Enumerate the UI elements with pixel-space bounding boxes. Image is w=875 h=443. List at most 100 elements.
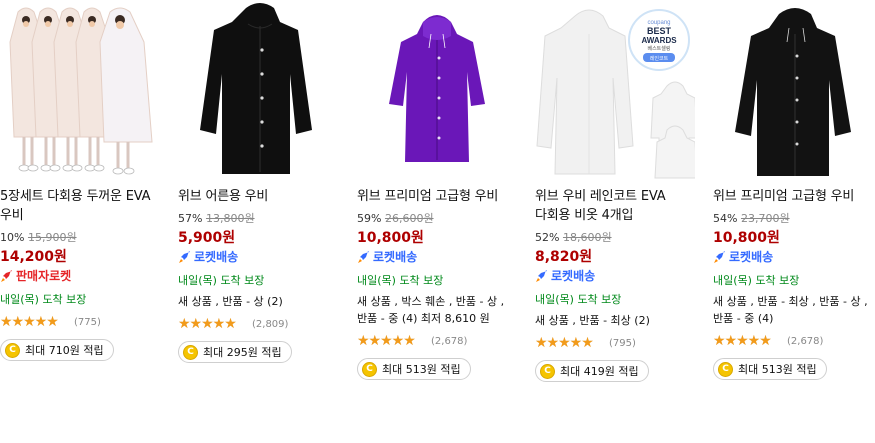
svg-text:레인코트: 레인코트 — [650, 55, 669, 62]
svg-text:AWARDS: AWARDS — [641, 36, 677, 45]
shipping-label: 로켓배송 — [729, 250, 774, 264]
five-white-raincoats-image — [9, 7, 153, 175]
black-raincoat-premium-image — [735, 8, 851, 176]
star-rating-icon: ★★★★★ ★★★★★ — [357, 334, 416, 348]
shipping-badge: 로켓배송 — [713, 248, 873, 266]
coin-icon: C — [718, 361, 733, 377]
discount-row: 52% 18,600원 — [535, 231, 695, 245]
rocket-icon — [536, 270, 547, 282]
cashback-badge: C 최대 513원 적립 — [357, 358, 471, 380]
arrival-guarantee: 내일(목) 도착 보장 — [357, 274, 444, 287]
original-price: 23,700원 — [740, 212, 790, 225]
review-count: (795) — [609, 337, 636, 349]
cashback-text: 최대 513원 적립 — [738, 363, 817, 376]
shipping-label: 판매자로켓 — [16, 269, 72, 283]
star-rating-icon: ★★★★★ ★★★★★ — [535, 336, 594, 350]
product-options[interactable]: 새 상품 , 반품 - 최상 , 반품 - 상 , 반품 - 중 (4) — [713, 293, 873, 327]
svg-text:베스트셀링: 베스트셀링 — [647, 45, 670, 52]
sale-price: 5,900원 — [178, 230, 236, 246]
black-raincoat-image — [200, 3, 312, 174]
coin-icon: C — [540, 363, 555, 379]
best-awards-badge: coupang BEST AWARDS 베스트셀링 레인코트 — [628, 9, 690, 71]
sale-price: 14,200원 — [0, 249, 67, 265]
product-card[interactable]: 위브 어른용 우비 57% 13,800원 5,900원 로켓배송 내일(목) … — [178, 0, 338, 443]
star-rating-icon: ★★★★★ ★★★★★ — [178, 317, 237, 331]
coin-icon: C — [5, 342, 20, 358]
sale-price: 10,800원 — [713, 230, 780, 246]
product-info: 위브 프리미엄 고급형 우비 59% 26,600원 10,800원 로켓배송 … — [357, 187, 517, 380]
product-title[interactable]: 위브 어른용 우비 — [178, 187, 338, 206]
cashback-badge: C 최대 295원 적립 — [178, 341, 292, 363]
shipping-label: 로켓배송 — [194, 250, 239, 264]
arrival-guarantee: 내일(목) 도착 보장 — [0, 293, 87, 306]
shipping-badge: 로켓배송 — [178, 248, 338, 266]
purple-raincoat-image — [389, 15, 485, 162]
product-grid: 5장세트 다회용 두꺼운 EVA 우비 10% 15,900원 14,200원 … — [0, 0, 875, 443]
review-count: (775) — [74, 316, 101, 328]
product-title[interactable]: 5장세트 다회용 두꺼운 EVA 우비 — [0, 187, 160, 225]
product-image[interactable] — [0, 0, 160, 180]
original-price: 13,800원 — [205, 212, 255, 225]
product-info: 위브 프리미엄 고급형 우비 54% 23,700원 10,800원 로켓배송 … — [713, 187, 873, 380]
product-card[interactable]: 위브 프리미엄 고급형 우비 59% 26,600원 10,800원 로켓배송 … — [357, 0, 517, 443]
product-image[interactable] — [713, 0, 873, 180]
cashback-text: 최대 419원 적립 — [560, 365, 639, 378]
star-rating-icon: ★★★★★ ★★★★★ — [0, 315, 59, 329]
product-info: 위브 어른용 우비 57% 13,800원 5,900원 로켓배송 내일(목) … — [178, 187, 338, 363]
shipping-badge: 판매자로켓 — [0, 267, 160, 285]
shipping-label: 로켓배송 — [551, 269, 596, 283]
product-card[interactable]: 위브 프리미엄 고급형 우비 54% 23,700원 10,800원 로켓배송 … — [713, 0, 873, 443]
review-count: (2,809) — [252, 318, 289, 330]
review-count: (2,678) — [787, 335, 824, 347]
cashback-badge: C 최대 419원 적립 — [535, 360, 649, 382]
product-info: 위브 우비 레인코트 EVA 다회용 비옷 4개입 52% 18,600원 8,… — [535, 187, 695, 382]
product-image[interactable] — [357, 0, 517, 180]
product-card[interactable]: 5장세트 다회용 두꺼운 EVA 우비 10% 15,900원 14,200원 … — [0, 0, 160, 443]
svg-text:BEST: BEST — [647, 26, 672, 36]
rating: ★★★★★ ★★★★★ (2,678) — [713, 333, 873, 349]
arrival-guarantee: 내일(목) 도착 보장 — [178, 274, 265, 287]
product-image[interactable] — [178, 0, 338, 180]
product-title[interactable]: 위브 우비 레인코트 EVA 다회용 비옷 4개입 — [535, 187, 695, 225]
rating: ★★★★★ ★★★★★ (2,809) — [178, 316, 338, 332]
rating: ★★★★★ ★★★★★ (775) — [0, 314, 160, 330]
rocket-icon — [358, 251, 369, 263]
discount-percent: 59% — [357, 212, 382, 225]
shipping-badge: 로켓배송 — [535, 267, 695, 285]
shipping-badge: 로켓배송 — [357, 248, 517, 266]
discount-percent: 10% — [0, 231, 25, 244]
product-image[interactable]: coupang BEST AWARDS 베스트셀링 레인코트 — [535, 0, 695, 180]
product-options[interactable]: 새 상품 , 박스 훼손 , 반품 - 상 , 반품 - 중 (4) 최저 8,… — [357, 293, 517, 327]
cashback-text: 최대 295원 적립 — [203, 346, 282, 359]
rocket-icon — [1, 270, 12, 282]
discount-percent: 52% — [535, 231, 560, 244]
coin-icon: C — [183, 344, 198, 360]
sale-price: 10,800원 — [357, 230, 424, 246]
coin-icon: C — [362, 361, 377, 377]
star-rating-icon: ★★★★★ ★★★★★ — [713, 334, 772, 348]
product-options[interactable]: 새 상품 , 반품 - 상 (2) — [178, 293, 338, 310]
discount-row: 10% 15,900원 — [0, 231, 160, 245]
product-options[interactable]: 새 상품 , 반품 - 최상 (2) — [535, 312, 695, 329]
rating: ★★★★★ ★★★★★ (795) — [535, 335, 695, 351]
arrival-guarantee: 내일(목) 도착 보장 — [713, 274, 800, 287]
original-price: 18,600원 — [562, 231, 612, 244]
discount-percent: 57% — [178, 212, 203, 225]
sale-price: 8,820원 — [535, 249, 593, 265]
rating: ★★★★★ ★★★★★ (2,678) — [357, 333, 517, 349]
rocket-icon — [714, 251, 725, 263]
arrival-guarantee: 내일(목) 도착 보장 — [535, 293, 622, 306]
shipping-label: 로켓배송 — [373, 250, 418, 264]
cashback-badge: C 최대 710원 적립 — [0, 339, 114, 361]
product-card[interactable]: coupang BEST AWARDS 베스트셀링 레인코트 위브 우비 레인코… — [535, 0, 695, 443]
original-price: 26,600원 — [384, 212, 434, 225]
cashback-badge: C 최대 513원 적립 — [713, 358, 827, 380]
discount-row: 54% 23,700원 — [713, 212, 873, 226]
product-title[interactable]: 위브 프리미엄 고급형 우비 — [713, 187, 873, 206]
cashback-text: 최대 710원 적립 — [25, 344, 104, 357]
original-price: 15,900원 — [27, 231, 77, 244]
rocket-icon — [179, 251, 190, 263]
product-info: 5장세트 다회용 두꺼운 EVA 우비 10% 15,900원 14,200원 … — [0, 187, 160, 361]
product-title[interactable]: 위브 프리미엄 고급형 우비 — [357, 187, 517, 206]
discount-row: 59% 26,600원 — [357, 212, 517, 226]
